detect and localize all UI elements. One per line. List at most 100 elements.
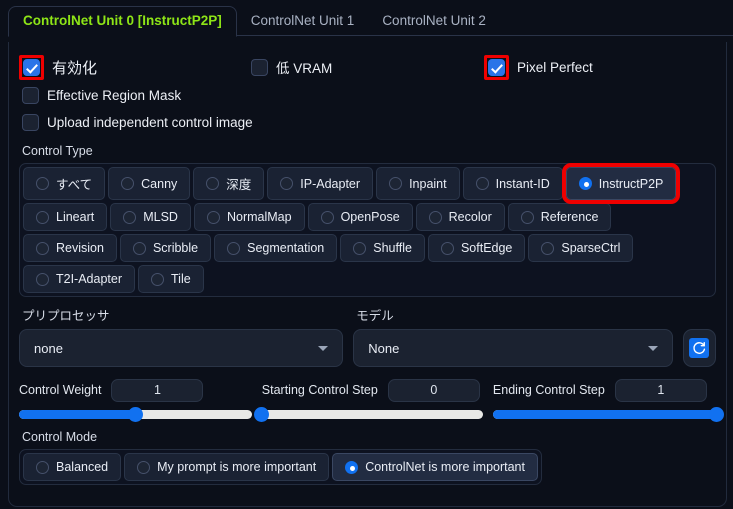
slider-header: Control Weight 1 [19, 378, 252, 402]
slider-thumb[interactable] [254, 407, 270, 422]
upload-independent-box[interactable] [22, 114, 39, 131]
slider-header: Ending Control Step 1 [492, 378, 716, 402]
effective-region-mask-wrap [22, 87, 39, 104]
control-type-row: T2I-Adapter Tile [23, 265, 712, 293]
low-vram-checkbox-label: 低 VRAM [276, 61, 333, 76]
control-type-option[interactable]: Segmentation [214, 234, 338, 262]
slider-track[interactable] [254, 407, 483, 422]
model-value: None [368, 340, 400, 356]
tab-label: ControlNet Unit 2 [382, 13, 486, 28]
radio-dot-icon [440, 241, 454, 255]
radio-dot-icon [578, 177, 592, 190]
control-type-option[interactable]: Revision [23, 234, 117, 262]
control-type-option[interactable]: OpenPose [307, 203, 413, 231]
radio-label: Scribble [152, 241, 199, 255]
effective-region-mask-checkbox[interactable]: Effective Region Mask [22, 87, 181, 104]
effective-region-mask-row: Effective Region Mask [19, 82, 716, 109]
radio-dot-icon [475, 177, 489, 190]
slider-thumb[interactable] [127, 407, 143, 422]
radio-dot-icon [36, 177, 49, 190]
control-type-option[interactable]: Scribble [119, 234, 212, 262]
tab-label: ControlNet Unit 0 [InstructP2P] [23, 13, 222, 28]
control-type-option[interactable]: Shuffle [340, 234, 425, 262]
control-type-label: Control Type [22, 144, 93, 158]
enable-checkbox-label: 有効化 [52, 59, 98, 77]
radio-dot-icon [36, 460, 49, 474]
radio-label: NormalMap [226, 210, 292, 224]
control-type-option[interactable]: 深度 [193, 167, 265, 200]
preprocessor-label: プリプロセッサ [22, 309, 110, 323]
slider-value-input[interactable]: 0 [387, 378, 480, 402]
model-dropdown[interactable]: None [353, 329, 673, 367]
control-type-group: すべて Canny 深度 IP-Adapter Inpaint Instant-ID Ins… [19, 163, 716, 297]
slider-track[interactable] [19, 407, 252, 422]
slider-thumb[interactable] [708, 407, 724, 422]
radio-dot-icon [541, 241, 555, 255]
control-type-option[interactable]: MLSD [110, 203, 191, 231]
radio-dot-icon [36, 241, 49, 255]
radio-dot-icon [121, 177, 135, 190]
radio-dot-icon [132, 241, 146, 255]
control-type-option[interactable]: InstructP2P [561, 163, 681, 204]
slider-group: Ending Control Step 1 [492, 378, 724, 422]
control-type-row: すべて Canny 深度 IP-Adapter Inpaint Instant-ID Ins… [23, 163, 712, 204]
radio-label: InstructP2P [598, 176, 664, 191]
slider-label: Ending Control Step [492, 383, 605, 397]
tab-2[interactable]: ControlNet Unit 2 [368, 7, 500, 36]
radio-label: MLSD [143, 210, 178, 224]
enable-checkbox-box[interactable] [23, 58, 40, 76]
control-type-option[interactable]: Instant-ID [462, 167, 563, 200]
slider-group: Control Weight 1 [19, 378, 252, 422]
slider-track[interactable] [492, 407, 724, 422]
control-type-option[interactable]: Canny [108, 167, 191, 200]
tab-1[interactable]: ControlNet Unit 1 [237, 7, 369, 36]
control-type-option[interactable]: IP-Adapter [267, 167, 374, 200]
radio-label: 深度 [226, 178, 252, 192]
pixel-perfect-checkbox-box[interactable] [488, 58, 505, 76]
radio-label: Shuffle [373, 241, 412, 255]
refresh-models-button[interactable] [682, 329, 716, 367]
pixel-perfect-checkbox[interactable]: Pixel Perfect [484, 54, 593, 80]
upload-independent-label: Upload independent control image [47, 115, 253, 130]
upload-independent-checkbox[interactable]: Upload independent control image [22, 114, 253, 131]
tab-bar: ControlNet Unit 0 [InstructP2P] ControlNe… [0, 0, 733, 37]
preprocessor-dropdown[interactable]: none [19, 329, 344, 367]
radio-dot-icon [137, 460, 151, 474]
radio-dot-icon [36, 210, 49, 224]
radio-dot-icon [520, 210, 534, 224]
control-mode-option[interactable]: ControlNet is more important [332, 453, 538, 481]
slider-value-input[interactable]: 1 [614, 378, 707, 402]
control-type-option[interactable]: Tile [138, 265, 204, 293]
slider-area: Control Weight 1 Starting Control Step 0 End… [19, 378, 724, 422]
radio-dot-icon [345, 460, 359, 474]
effective-region-mask-box[interactable] [22, 87, 39, 104]
radio-dot-icon [227, 241, 241, 255]
control-type-row: Revision Scribble Segmentation Shuffle SoftE… [23, 234, 712, 262]
control-type-option[interactable]: SparseCtrl [528, 234, 634, 262]
radio-dot-icon [389, 177, 403, 190]
control-type-option[interactable]: SoftEdge [427, 234, 526, 262]
control-type-option[interactable]: NormalMap [193, 203, 305, 231]
slider-value-input[interactable]: 1 [111, 378, 204, 402]
effective-region-mask-label: Effective Region Mask [47, 88, 182, 103]
low-vram-checkbox-box[interactable] [251, 58, 268, 76]
radio-dot-icon [320, 210, 334, 224]
control-type-option[interactable]: Reference [507, 203, 612, 231]
enable-checkbox[interactable]: 有効化 [19, 54, 251, 80]
primary-checkbox-row: 有効化 低 VRAM Pixel Perfect [19, 52, 716, 82]
control-mode-option[interactable]: My prompt is more important [124, 453, 330, 481]
control-type-option[interactable]: すべて [23, 167, 106, 200]
radio-label: IP-Adapter [300, 176, 361, 191]
tab-0[interactable]: ControlNet Unit 0 [InstructP2P] [8, 6, 237, 37]
control-type-option[interactable]: T2I-Adapter [23, 265, 136, 293]
radio-label: Reference [540, 210, 599, 224]
radio-dot-icon [123, 210, 137, 224]
control-type-option[interactable]: Inpaint [376, 167, 460, 200]
radio-label: T2I-Adapter [56, 272, 123, 286]
control-type-option[interactable]: Recolor [415, 203, 505, 231]
model-col: モデル None [353, 305, 673, 367]
control-type-row: Lineart MLSD NormalMap OpenPose Recolor Refer… [23, 203, 712, 231]
low-vram-checkbox[interactable]: 低 VRAM [251, 57, 484, 77]
control-type-option[interactable]: Lineart [23, 203, 108, 231]
control-mode-option[interactable]: Balanced [23, 453, 122, 481]
